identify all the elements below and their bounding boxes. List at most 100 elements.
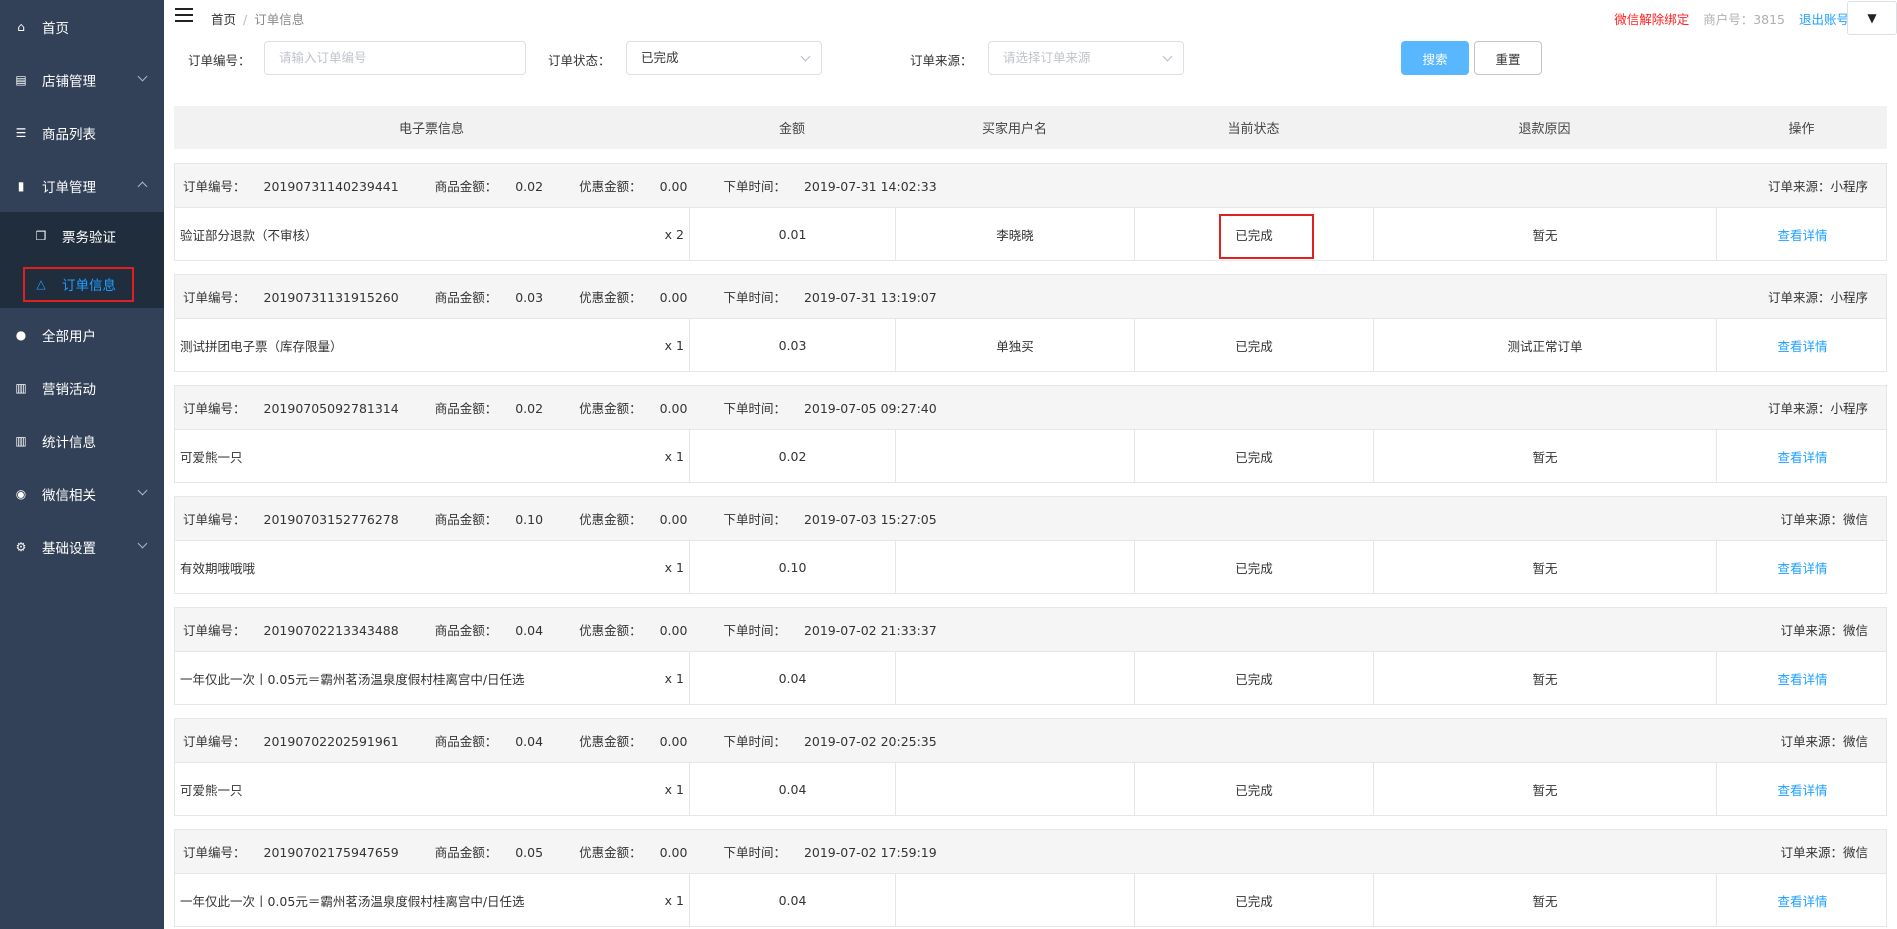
sidebar-item-label: 店铺管理 — [42, 73, 96, 90]
sidebar-item-order-info[interactable]: △ 订单信息 — [0, 260, 164, 308]
shop-icon: ▤ — [15, 72, 27, 87]
unbind-wechat-link[interactable]: 微信解除绑定 — [1614, 12, 1689, 27]
ticket-cell: 一年仅此一次丨0.05元＝霸州茗汤温泉度假村桂离宫中/日任选 x 1 — [175, 874, 690, 926]
order-header: 订单编号： 20190731140239441 商品金额： 0.02 优惠金额： 0.00… — [175, 164, 1886, 208]
goods-amount: 商品金额： 0.02 — [435, 401, 561, 416]
discount-prefix: 优惠金额： — [579, 401, 642, 416]
discount-prefix: 优惠金额： — [579, 290, 642, 305]
goods-amount-prefix: 商品金额： — [434, 734, 498, 749]
discount-amount: 优惠金额： 0.00 — [579, 401, 705, 416]
order-time-prefix: 下单时间： — [723, 734, 786, 749]
sidebar-item-products[interactable]: ☰ 商品列表 — [0, 106, 164, 159]
discount-prefix: 优惠金额： — [579, 845, 642, 860]
refund-reason-cell: 暂无 — [1374, 763, 1717, 815]
hamburger-menu-icon[interactable] — [175, 8, 193, 22]
source-select[interactable]: 请选择订单来源 — [988, 41, 1184, 75]
status-text: 已完成 — [1235, 782, 1273, 798]
view-details-link[interactable]: 查看详情 — [1777, 669, 1827, 688]
discount-amount: 优惠金额： 0.00 — [579, 623, 705, 638]
discount-prefix: 优惠金额： — [579, 512, 642, 527]
discount-value: 0.00 — [659, 179, 688, 194]
table-row: 一年仅此一次丨0.05元＝霸州茗汤温泉度假村桂离宫中/日任选 x 1 0.04 已完成… — [175, 652, 1886, 704]
goods-amount: 商品金额： 0.02 — [435, 179, 561, 194]
order-no-input[interactable]: 请输入订单编号 — [264, 41, 526, 75]
order-time: 下单时间： 2019-07-02 21:33:37 — [723, 623, 954, 638]
sidebar-item-label: 统计信息 — [42, 434, 96, 451]
status-text: 已完成 — [1235, 671, 1273, 687]
ticket-name: 验证部分退款（不审核） — [180, 227, 318, 243]
order-block: 订单编号： 20190705092781314 商品金额： 0.02 优惠金额： 0.00… — [174, 385, 1887, 483]
sidebar-item-marketing[interactable]: ▥ 营销活动 — [0, 361, 164, 414]
order-no-prefix: 订单编号： — [183, 290, 246, 305]
discount-value: 0.00 — [659, 623, 688, 638]
order-block: 订单编号： 20190731131915260 商品金额： 0.03 优惠金额： 0.00… — [174, 274, 1887, 372]
goods-amount: 商品金额： 0.05 — [435, 845, 561, 860]
discount-value: 0.00 — [659, 845, 688, 860]
status-cell: 已完成 — [1135, 652, 1374, 704]
search-button[interactable]: 搜索 — [1401, 41, 1469, 75]
highlight-box — [1219, 214, 1314, 259]
sidebar-item-shop[interactable]: ▤ 店铺管理 — [0, 53, 164, 106]
order-block: 订单编号： 20190702175947659 商品金额： 0.05 优惠金额： 0.00… — [174, 829, 1887, 927]
sidebar-item-settings[interactable]: ⚙ 基础设置 — [0, 520, 164, 573]
sidebar-item-ticket-verify[interactable]: ❒ 票务验证 — [0, 212, 164, 260]
order-time: 下单时间： 2019-07-02 17:59:19 — [723, 845, 954, 860]
status-cell: 已完成 — [1135, 763, 1374, 815]
breadcrumb-home[interactable]: 首页 — [211, 12, 236, 27]
order-source: 订单来源：小程序 — [1768, 287, 1868, 306]
order-meta: 订单编号： 20190731140239441 商品金额： 0.02 优惠金额： 0.00… — [183, 176, 973, 195]
reset-button[interactable]: 重置 — [1474, 41, 1542, 75]
view-details-link[interactable]: 查看详情 — [1777, 447, 1827, 466]
source-label: 订单来源： — [910, 53, 973, 68]
sidebar-item-label: 基础设置 — [42, 540, 96, 557]
user-dropdown-button[interactable]: ▼ — [1847, 1, 1897, 35]
sidebar-item-users[interactable]: ● 全部用户 — [0, 308, 164, 361]
sidebar-item-stats[interactable]: ▥ 统计信息 — [0, 414, 164, 467]
ticket-cell: 可爱熊一只 x 1 — [175, 763, 690, 815]
goods-amount-value: 0.02 — [515, 179, 544, 194]
order-no-prefix: 订单编号： — [183, 179, 246, 194]
sidebar-item-orders[interactable]: ▮ 订单管理 — [0, 159, 164, 212]
goods-amount-prefix: 商品金额： — [434, 401, 498, 416]
status-text: 已完成 — [1235, 560, 1273, 576]
order-source: 订单来源：微信 — [1780, 620, 1868, 639]
table-row: 可爱熊一只 x 1 0.02 已完成 暂无 查看详情 — [175, 430, 1886, 482]
table-row: 一年仅此一次丨0.05元＝霸州茗汤温泉度假村桂离宫中/日任选 x 1 0.04 已完成… — [175, 874, 1886, 926]
refund-reason-cell: 测试正常订单 — [1374, 319, 1717, 371]
amount-cell: 0.10 — [690, 541, 896, 593]
actions-cell: 查看详情 — [1717, 319, 1888, 371]
caret-down-icon: ▼ — [1867, 11, 1877, 25]
logout-link[interactable]: 退出账号 — [1799, 12, 1849, 27]
users-icon: ● — [15, 327, 27, 342]
goods-amount-prefix: 商品金额： — [434, 512, 498, 527]
ticket-cell: 有效期哦哦哦 x 1 — [175, 541, 690, 593]
view-details-link[interactable]: 查看详情 — [1777, 225, 1827, 244]
sidebar-item-home[interactable]: ⌂ 首页 — [0, 0, 164, 53]
order-list: 订单编号： 20190731140239441 商品金额： 0.02 优惠金额： 0.00… — [174, 163, 1887, 929]
order-source-value: 微信 — [1842, 845, 1868, 860]
view-details-link[interactable]: 查看详情 — [1777, 558, 1827, 577]
column-header-ticket: 电子票信息 — [398, 122, 464, 137]
actions-cell: 查看详情 — [1717, 541, 1888, 593]
order-source-prefix: 订单来源： — [1767, 179, 1831, 194]
order-time-value: 2019-07-31 13:19:07 — [803, 290, 937, 305]
status-select[interactable]: 已完成 — [626, 41, 822, 75]
order-source-value: 微信 — [1842, 512, 1868, 527]
view-details-link[interactable]: 查看详情 — [1777, 891, 1827, 910]
sidebar-item-label: 商品列表 — [42, 126, 96, 143]
status-cell: 已完成 — [1135, 208, 1374, 260]
order-source: 订单来源：小程序 — [1768, 398, 1868, 417]
order-source-value: 微信 — [1842, 623, 1868, 638]
goods-amount: 商品金额： 0.04 — [435, 623, 561, 638]
ticket-quantity: x 1 — [664, 337, 684, 353]
amount-cell: 0.02 — [690, 430, 896, 482]
view-details-link[interactable]: 查看详情 — [1777, 780, 1827, 799]
ticket-cell: 可爱熊一只 x 1 — [175, 430, 690, 482]
order-no-label: 订单编号： — [188, 53, 251, 68]
order-source: 订单来源：微信 — [1780, 842, 1868, 861]
order-block: 订单编号： 20190702202591961 商品金额： 0.04 优惠金额： 0.00… — [174, 718, 1887, 816]
view-details-link[interactable]: 查看详情 — [1777, 336, 1827, 355]
cube-icon: ❒ — [35, 229, 47, 243]
order-no: 订单编号： 20190731140239441 — [183, 179, 417, 194]
sidebar-item-wechat[interactable]: ◉ 微信相关 — [0, 467, 164, 520]
